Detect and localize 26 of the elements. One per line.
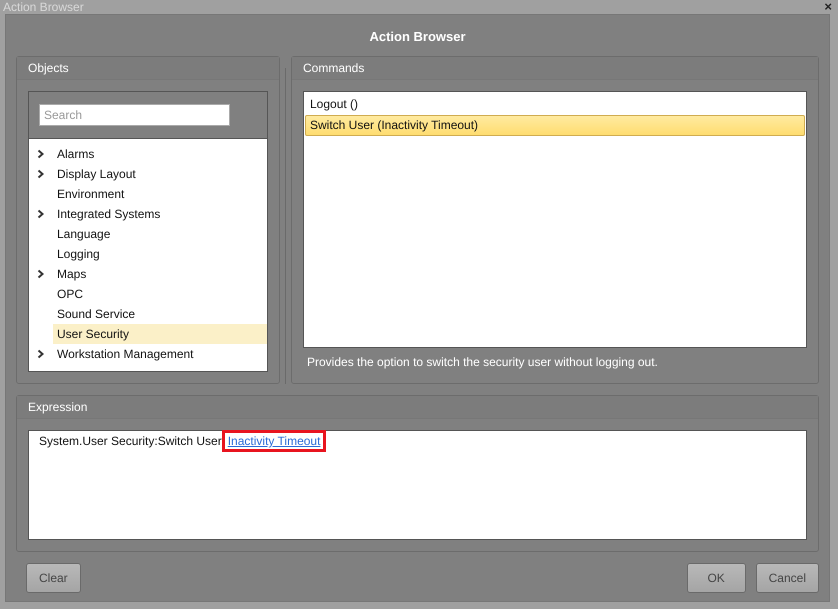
panel-title: Objects bbox=[28, 61, 69, 75]
dialog-button[interactable]: OK bbox=[686, 563, 746, 593]
dialog-button[interactable]: Cancel bbox=[756, 563, 819, 593]
tree-item[interactable]: Integrated Systems bbox=[53, 204, 267, 224]
tree-item[interactable]: Maps bbox=[53, 264, 267, 284]
tree-item[interactable]: Language bbox=[53, 224, 267, 244]
close-icon[interactable]: × bbox=[824, 1, 832, 13]
dialog-button[interactable]: Clear bbox=[26, 563, 81, 593]
panel-title: Expression bbox=[28, 400, 88, 414]
expression-text: System.User Security:Switch User bbox=[39, 434, 222, 448]
command-item[interactable]: Logout () bbox=[305, 94, 805, 115]
tree-item[interactable]: Sound Service bbox=[53, 304, 267, 324]
tree-item[interactable]: Workstation Management bbox=[53, 344, 267, 364]
tree-item[interactable]: OPC bbox=[53, 284, 267, 304]
window-title: Action Browser bbox=[3, 0, 84, 14]
search-field[interactable]: Search bbox=[39, 104, 230, 126]
tree-item[interactable]: Display Layout bbox=[53, 164, 267, 184]
tree-item[interactable]: Environment bbox=[53, 184, 267, 204]
panel-title: Commands bbox=[303, 61, 364, 75]
command-item[interactable]: Switch User (Inactivity Timeout) bbox=[305, 115, 805, 136]
parameter-link[interactable]: Inactivity Timeout bbox=[224, 433, 324, 449]
tree-item[interactable]: Alarms bbox=[53, 144, 267, 164]
tree-item[interactable]: Logging bbox=[53, 244, 267, 264]
command-description: Provides the option to switch the security user without logging out. bbox=[306, 354, 659, 371]
dialog-title: Action Browser bbox=[368, 28, 467, 46]
tree-item[interactable]: User Security bbox=[53, 324, 267, 344]
